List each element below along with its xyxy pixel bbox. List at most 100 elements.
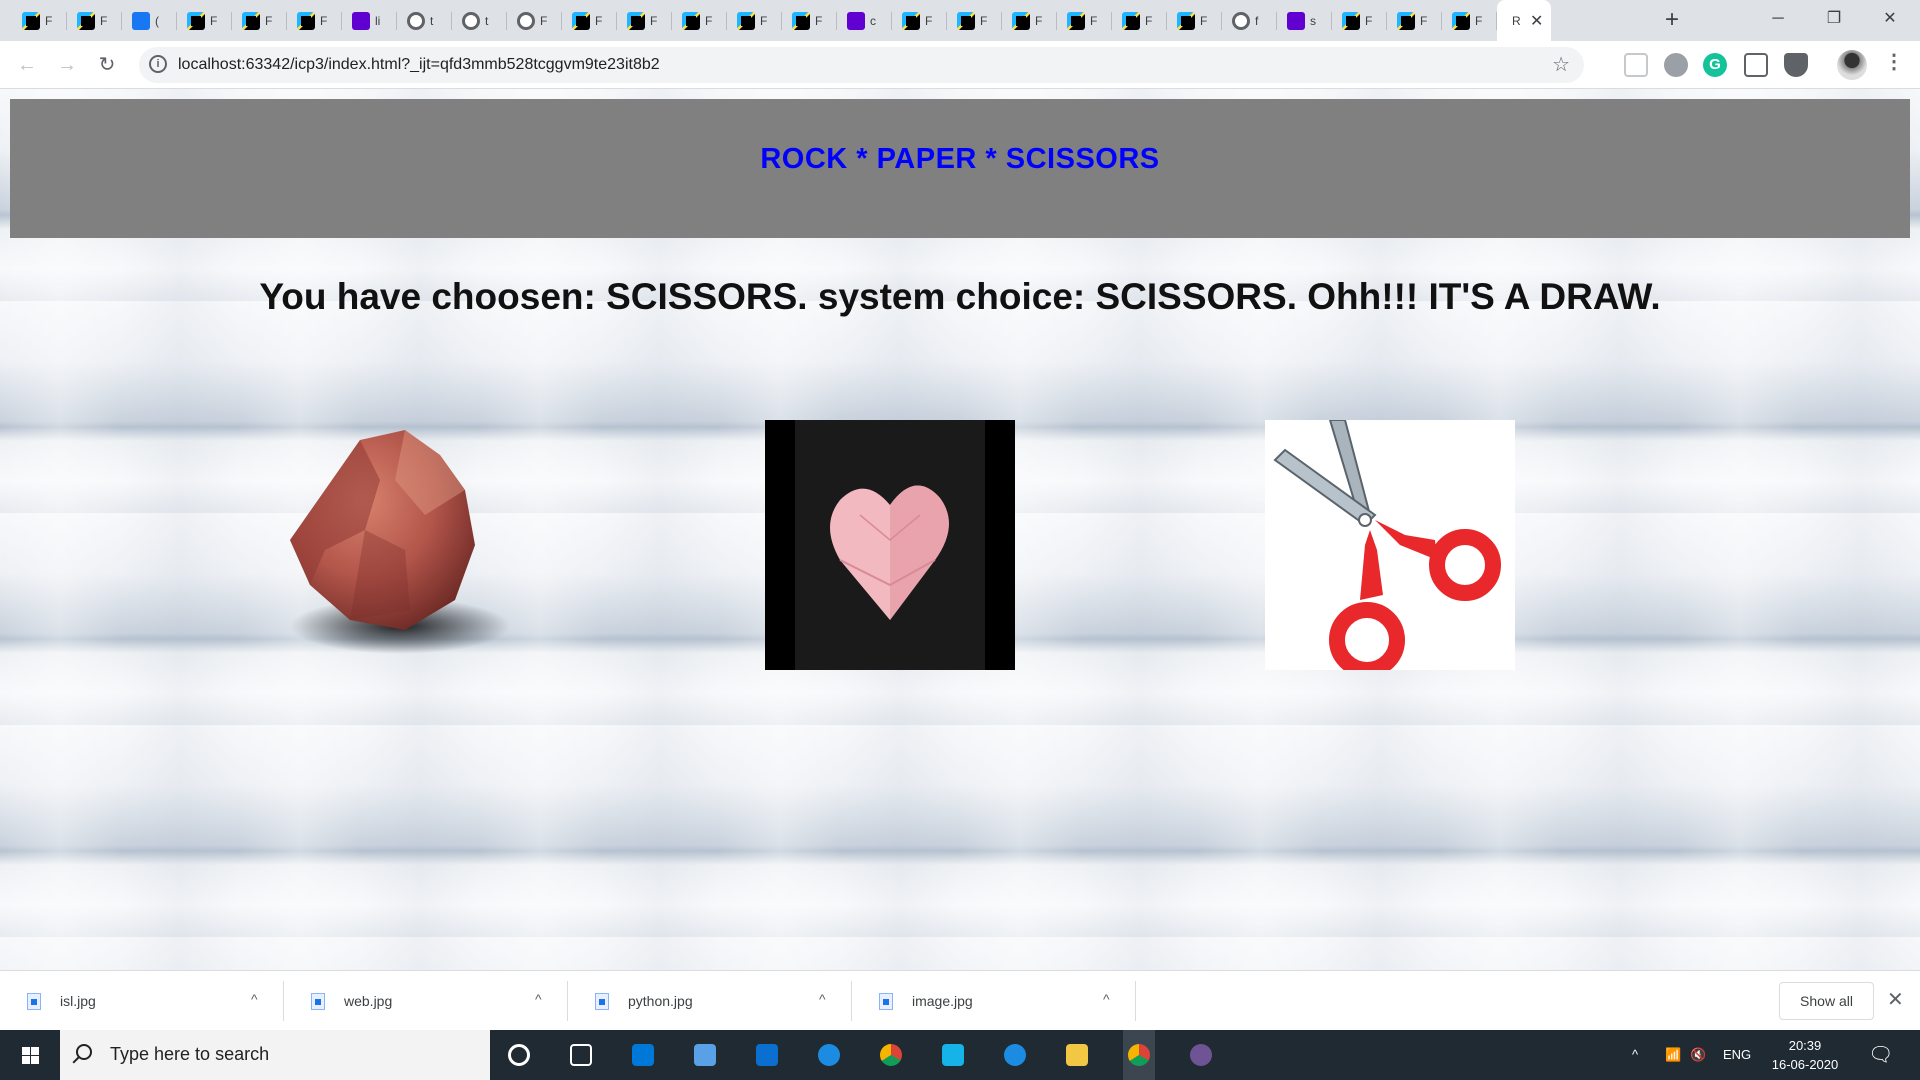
tab-title: li [375, 13, 381, 28]
browser-menu-icon[interactable]: ⋮ [1884, 49, 1904, 74]
browser-tab[interactable]: F [562, 0, 617, 41]
webstorm-icon [792, 11, 810, 30]
browser-toolbar: ← → ↻ i localhost:63342/icp3/index.html?… [0, 41, 1920, 89]
chevron-up-icon[interactable]: ^ [1103, 991, 1110, 1007]
tab-title: F [1090, 13, 1098, 28]
browser-tab[interactable]: f [1222, 0, 1277, 41]
browser-tab[interactable]: F [1002, 0, 1057, 41]
close-download-bar-icon[interactable]: ✕ [1887, 987, 1904, 1012]
mail-icon[interactable] [751, 1039, 783, 1071]
browser-tab[interactable]: F [1112, 0, 1167, 41]
remote-desktop-icon[interactable] [689, 1039, 721, 1071]
scissors-choice[interactable] [1265, 419, 1515, 678]
start-button[interactable] [0, 1030, 60, 1080]
tab-title: F [595, 13, 603, 28]
title-banner: ROCK * PAPER * SCISSORS [10, 99, 1910, 238]
tray-chevron-icon[interactable]: ^ [1632, 1030, 1638, 1080]
browser-tab[interactable]: F [1057, 0, 1112, 41]
browser-tab[interactable]: F [67, 0, 122, 41]
browser-tab[interactable]: F [1332, 0, 1387, 41]
tab-title: F [100, 13, 108, 28]
browser-tab[interactable]: F [12, 0, 67, 41]
browser-tab[interactable]: s [1277, 0, 1332, 41]
browser-tab[interactable]: F [672, 0, 727, 41]
browser-tab[interactable]: li [342, 0, 397, 41]
browser-tab[interactable]: F [287, 0, 342, 41]
task-view-icon-glyph [570, 1044, 592, 1066]
forward-button[interactable]: → [51, 49, 83, 81]
back-button[interactable]: ← [11, 49, 43, 81]
tab-title: F [320, 13, 328, 28]
vpn-extension-icon[interactable] [1664, 53, 1688, 77]
restore-button[interactable]: ❐ [1806, 0, 1862, 41]
browser-tab[interactable]: F [232, 0, 287, 41]
browser-tab[interactable]: F [177, 0, 232, 41]
address-bar[interactable]: i localhost:63342/icp3/index.html?_ijt=q… [139, 47, 1584, 83]
site-info-icon[interactable]: i [149, 55, 167, 73]
browser-tab[interactable]: t [397, 0, 452, 41]
edge-icon[interactable] [813, 1039, 845, 1071]
globe-icon [462, 11, 480, 30]
chrome-icon[interactable] [1123, 1030, 1155, 1080]
browser-tab[interactable]: c [837, 0, 892, 41]
browser-tab[interactable]: F [947, 0, 1002, 41]
ie-icon[interactable] [999, 1039, 1031, 1071]
new-tab-button[interactable]: + [1657, 6, 1687, 36]
pocket-extension-icon[interactable] [1624, 53, 1648, 77]
shield-extension-icon[interactable] [1784, 53, 1808, 77]
chevron-up-icon[interactable]: ^ [251, 991, 258, 1007]
grammarly-extension-icon[interactable]: G [1703, 53, 1727, 77]
bookmark-star-icon[interactable]: ☆ [1552, 52, 1570, 77]
github-icon[interactable] [1185, 1039, 1217, 1071]
browser-tab[interactable]: F [507, 0, 562, 41]
network-icon[interactable]: 📶 [1665, 1030, 1681, 1080]
browser-tab[interactable]: F [1387, 0, 1442, 41]
browser-tab[interactable]: F [1167, 0, 1222, 41]
mail-icon-glyph [756, 1044, 778, 1066]
profile-avatar[interactable] [1837, 50, 1867, 80]
webstorm-icon[interactable] [937, 1039, 969, 1071]
file-explorer-icon[interactable] [1061, 1039, 1093, 1071]
language-indicator[interactable]: ENG [1723, 1030, 1751, 1080]
download-item[interactable]: isl.jpg ^ [0, 981, 284, 1021]
show-all-downloads-button[interactable]: Show all [1779, 982, 1874, 1020]
rock-choice[interactable] [265, 420, 515, 670]
task-view-icon[interactable] [565, 1039, 597, 1071]
tab-title: F [705, 13, 713, 28]
chevron-up-icon[interactable]: ^ [535, 991, 542, 1007]
taskbar-search-box[interactable]: Type here to search [60, 1030, 490, 1080]
download-item[interactable]: python.jpg ^ [568, 981, 852, 1021]
clock-time: 20:39 [1788, 1038, 1822, 1053]
volume-muted-icon[interactable]: 🔇 [1690, 1030, 1706, 1080]
browser-tab[interactable]: ( [122, 0, 177, 41]
download-item[interactable]: image.jpg ^ [852, 981, 1136, 1021]
active-tab[interactable]: R ✕ [1497, 0, 1551, 41]
tab-title: F [650, 13, 658, 28]
browser-tab[interactable]: F [892, 0, 947, 41]
minimize-button[interactable]: ─ [1750, 0, 1806, 41]
tab-title: t [485, 13, 489, 28]
browser-tab[interactable]: t [452, 0, 507, 41]
browser-tab[interactable]: F [1442, 0, 1497, 41]
paper-choice[interactable] [765, 420, 1015, 670]
browser-tab[interactable]: F [782, 0, 837, 41]
chrome-icon[interactable] [875, 1039, 907, 1071]
url-text[interactable]: localhost:63342/icp3/index.html?_ijt=qfd… [178, 56, 660, 74]
download-item[interactable]: web.jpg ^ [284, 981, 568, 1021]
tab-close-icon[interactable]: ✕ [1530, 11, 1543, 31]
tab-title: f [1255, 13, 1259, 28]
reload-button[interactable]: ↻ [91, 49, 123, 81]
search-placeholder: Type here to search [110, 1044, 270, 1064]
browser-tab[interactable]: F [617, 0, 672, 41]
browser-tab[interactable]: F [727, 0, 782, 41]
chevron-up-icon[interactable]: ^ [819, 991, 826, 1007]
store-icon[interactable] [627, 1039, 659, 1071]
tab-title: F [210, 13, 218, 28]
notification-icon[interactable]: 🗨 [1868, 1030, 1893, 1080]
system-clock[interactable]: 20:39 16-06-2020 [1760, 1036, 1850, 1074]
tab-title: t [430, 13, 434, 28]
image-file-icon [311, 993, 325, 1010]
screenshot-extension-icon[interactable] [1744, 53, 1768, 77]
window-close-button[interactable]: ✕ [1862, 0, 1918, 41]
cortana-icon[interactable] [503, 1039, 535, 1071]
